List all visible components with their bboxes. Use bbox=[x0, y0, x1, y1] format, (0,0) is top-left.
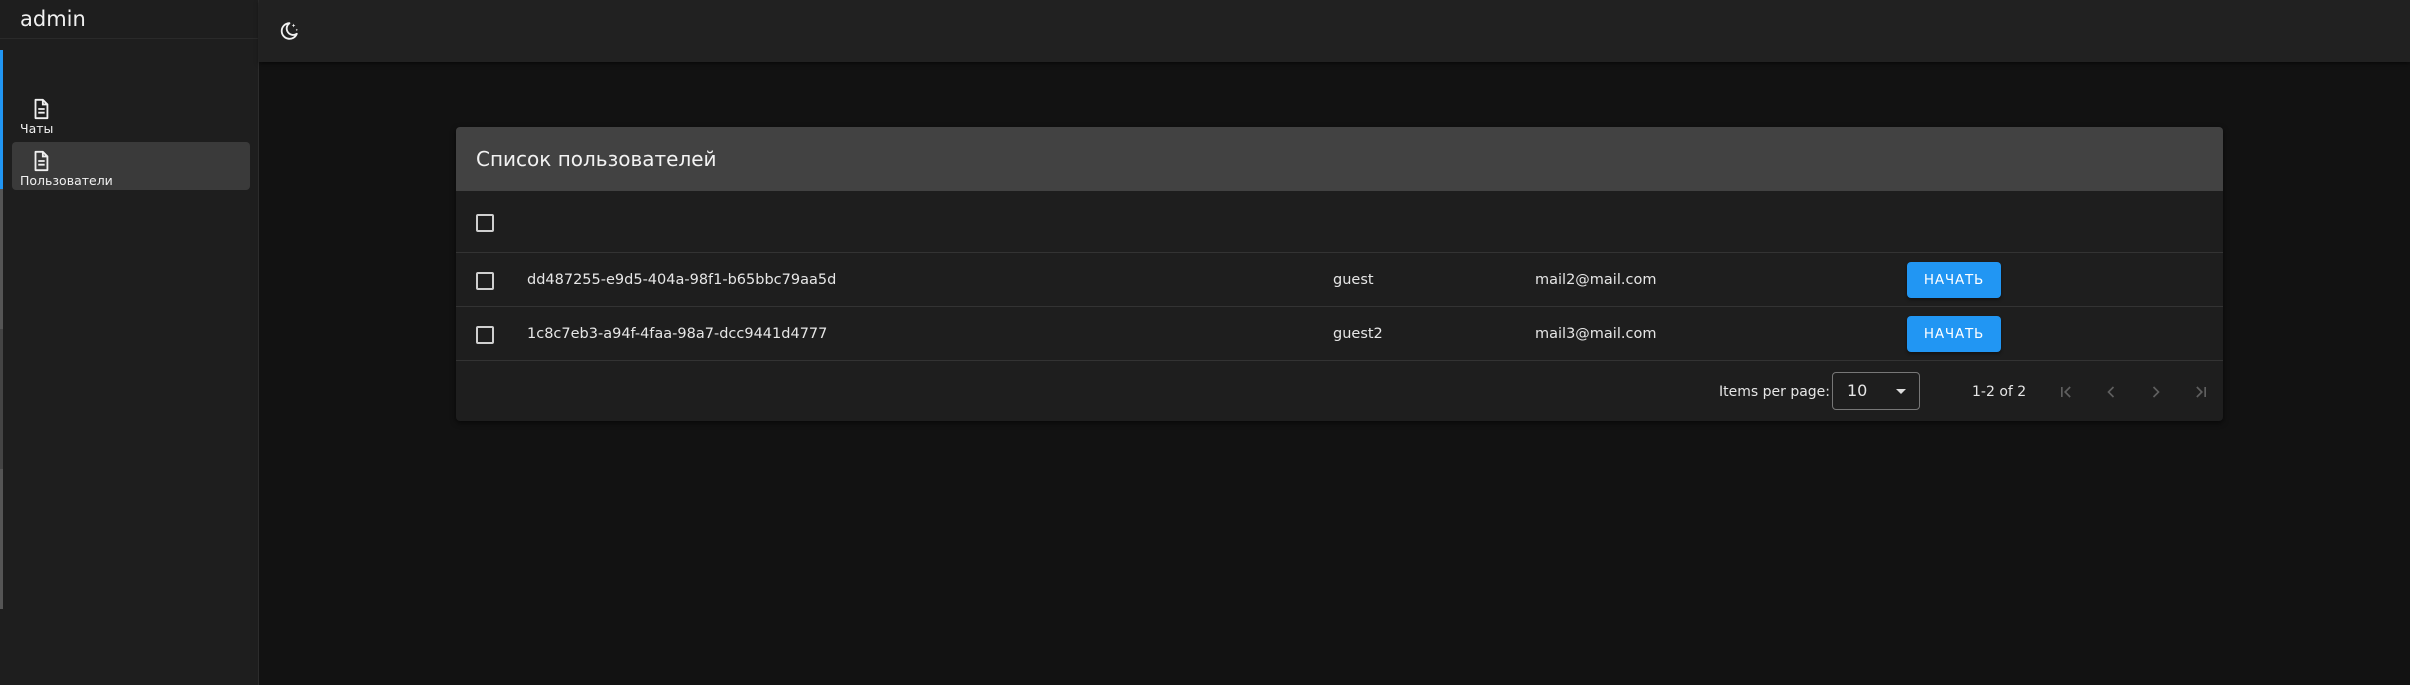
sidebar-item-label: Чаты bbox=[20, 121, 54, 136]
page-size-select[interactable]: 10 bbox=[1832, 372, 1920, 410]
items-per-page-label: Items per page: bbox=[1719, 384, 1831, 400]
row-checkbox[interactable] bbox=[476, 325, 494, 344]
previous-page-button[interactable] bbox=[2097, 378, 2125, 406]
user-email-cell: mail2@mail.com bbox=[1535, 271, 1657, 288]
row-checkbox[interactable] bbox=[476, 271, 494, 290]
paginator: Items per page: 10 1-2 of 2 bbox=[456, 361, 2223, 421]
last-page-button[interactable] bbox=[2187, 378, 2215, 406]
first-page-button[interactable] bbox=[2052, 378, 2080, 406]
sidebar-item-users[interactable]: Пользователи bbox=[12, 142, 250, 190]
sidebar-edge-mark bbox=[0, 189, 3, 329]
top-toolbar bbox=[259, 0, 2410, 62]
user-id-cell: dd487255-e9d5-404a-98f1-b65bbc79aa5d bbox=[527, 271, 837, 288]
dropdown-arrow-icon bbox=[1896, 389, 1906, 394]
select-all-checkbox[interactable] bbox=[476, 213, 494, 232]
last-page-icon bbox=[2196, 386, 2206, 398]
table-title: Список пользователей bbox=[456, 127, 2223, 191]
user-name-cell: guest2 bbox=[1333, 325, 1383, 342]
table-header-row bbox=[456, 191, 2223, 253]
sidebar-item-label: Пользователи bbox=[20, 173, 113, 188]
sidebar-active-indicator bbox=[0, 50, 3, 189]
document-icon bbox=[34, 98, 49, 120]
action-cell: НАЧАТЬ bbox=[1907, 307, 2001, 360]
page-size-value: 10 bbox=[1847, 381, 1868, 400]
moon-icon bbox=[280, 22, 298, 40]
users-table-card: Список пользователей dd487255-e9d5-404a-… bbox=[456, 127, 2223, 421]
table-row: dd487255-e9d5-404a-98f1-b65bbc79aa5d gue… bbox=[456, 253, 2223, 307]
sidebar-edge-mark bbox=[0, 469, 3, 609]
user-name-cell: guest bbox=[1333, 271, 1374, 288]
action-cell: НАЧАТЬ bbox=[1907, 253, 2001, 306]
sidebar-item-chats[interactable]: Чаты bbox=[12, 90, 250, 138]
chevron-right-icon bbox=[2152, 386, 2160, 398]
range-label: 1-2 of 2 bbox=[1972, 384, 2027, 400]
table-row: 1c8c7eb3-a94f-4faa-98a7-dcc9441d4777 gue… bbox=[456, 307, 2223, 361]
app-title: admin bbox=[0, 0, 258, 39]
sidebar: admin Чаты Пользователи bbox=[0, 0, 259, 685]
user-email-cell: mail3@mail.com bbox=[1535, 325, 1657, 342]
start-button[interactable]: НАЧАТЬ bbox=[1907, 315, 2001, 352]
first-page-icon bbox=[2061, 386, 2071, 398]
user-id-cell: 1c8c7eb3-a94f-4faa-98a7-dcc9441d4777 bbox=[527, 325, 828, 342]
sidebar-edge-mark bbox=[0, 329, 3, 469]
document-icon bbox=[34, 150, 49, 172]
theme-toggle-button[interactable] bbox=[275, 17, 303, 45]
chevron-left-icon bbox=[2107, 386, 2115, 398]
start-button[interactable]: НАЧАТЬ bbox=[1907, 261, 2001, 298]
next-page-button[interactable] bbox=[2142, 378, 2170, 406]
